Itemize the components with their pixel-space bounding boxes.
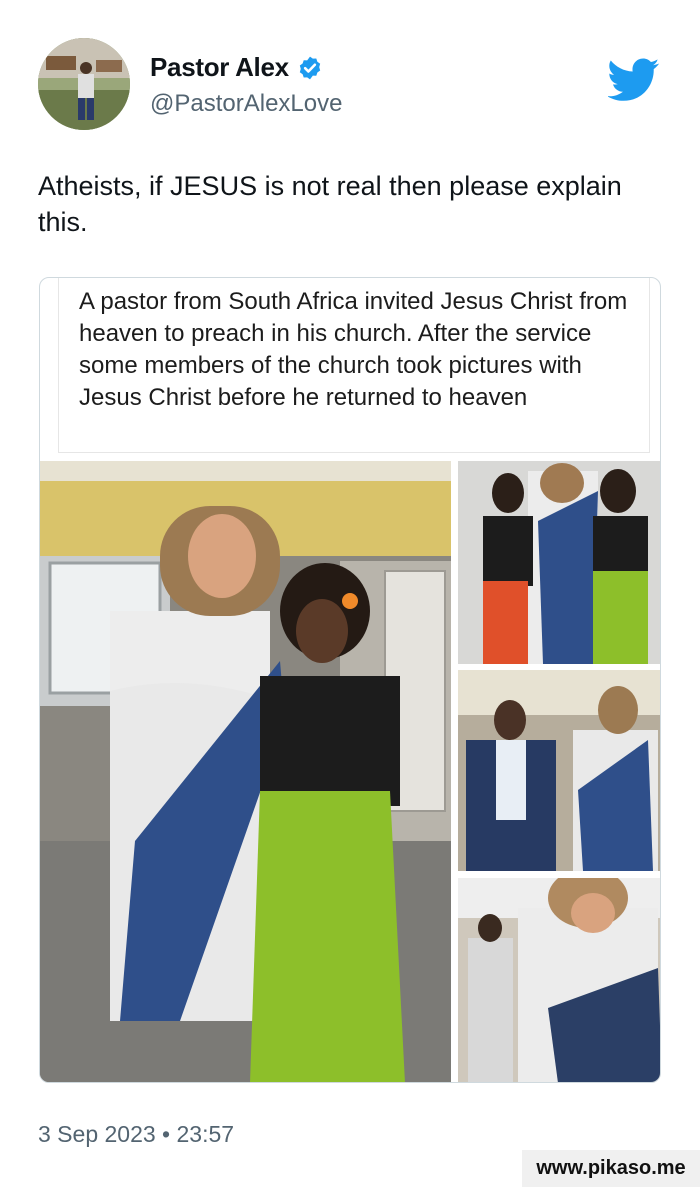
watermark: www.pikaso.me xyxy=(522,1150,700,1187)
author-display-name[interactable]: Pastor Alex xyxy=(150,52,289,83)
tweet-media-card[interactable]: A pastor from South Africa invited Jesus… xyxy=(39,277,661,1083)
meme-caption-box: A pastor from South Africa invited Jesus… xyxy=(58,278,650,453)
verified-badge-icon xyxy=(299,56,320,79)
avatar-photo xyxy=(38,38,130,130)
photo-jesus-with-woman xyxy=(40,461,451,1082)
author-handle[interactable]: @PastorAlexLove xyxy=(150,90,342,118)
tweet-text: Atheists, if JESUS is not real then plea… xyxy=(38,171,622,237)
twitter-bird-icon xyxy=(608,58,660,101)
photo-jesus-with-two-women xyxy=(458,461,660,664)
meme-caption: A pastor from South Africa invited Jesus… xyxy=(79,288,628,411)
photo-jesus-praying xyxy=(458,878,660,1082)
tweet-timestamp[interactable]: 3 Sep 2023 • 23:57 xyxy=(38,1121,234,1148)
photo-jesus-with-pastor xyxy=(458,670,660,871)
author-name-row[interactable]: Pastor Alex xyxy=(150,52,323,83)
avatar[interactable] xyxy=(38,38,130,130)
